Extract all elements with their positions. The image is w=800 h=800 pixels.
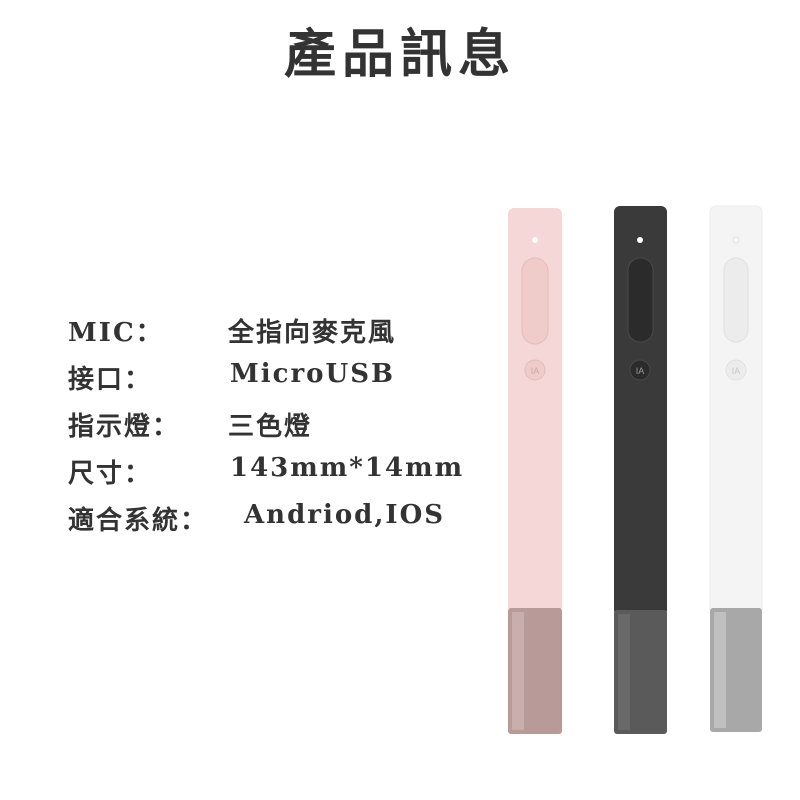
pink-pen: IA (508, 208, 562, 734)
white-pen-indicator-light (732, 236, 740, 244)
white-pen: IA (709, 205, 763, 732)
black-pen-volume-button (627, 257, 654, 343)
white-pen-volume-button (723, 257, 749, 343)
black-pen-indicator-light (637, 237, 643, 243)
product-info-page: 產品訊息 MIC： 全指向麥克風 接口： MicroUSB 指示燈： 三色燈 尺… (0, 0, 800, 800)
pink-pen-ia-label: IA (531, 366, 540, 376)
white-pen-ia-label: IA (732, 366, 741, 376)
black-pen: IA (614, 206, 667, 734)
pink-pen-volume-button (521, 257, 549, 345)
black-pen-ia-label: IA (636, 366, 645, 376)
product-pens-illustration: IA IA IA (508, 205, 763, 734)
pink-pen-indicator-light (532, 237, 538, 243)
